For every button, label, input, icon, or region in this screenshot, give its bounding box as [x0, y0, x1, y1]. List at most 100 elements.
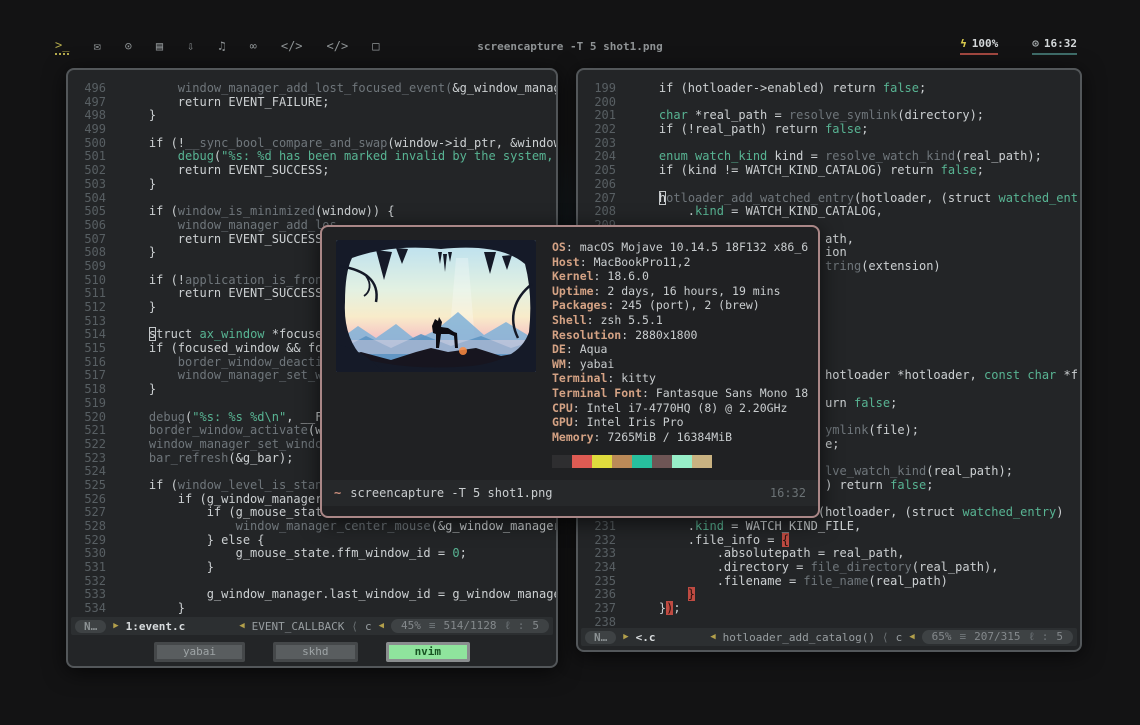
line-position: 514/1128	[443, 619, 497, 632]
context-symbol: hotloader_add_catalog()	[722, 630, 875, 644]
code-line: 204 enum watch_kind kind = resolve_watch…	[586, 150, 1080, 164]
line-number: 206	[594, 176, 616, 191]
code-text: }	[120, 601, 186, 616]
clock-time: 16:32	[1043, 37, 1077, 50]
code-text	[120, 260, 127, 274]
palette-swatch	[652, 455, 672, 468]
code-text: return EVENT_FAILURE;	[120, 94, 330, 109]
info-separator: :	[565, 356, 580, 371]
info-label: Shell	[552, 312, 587, 327]
line-number: 530	[84, 546, 106, 561]
info-separator: :	[607, 371, 622, 386]
system-info-row: Terminal: kitty	[552, 371, 808, 386]
code-line: 235 .filename = file_name(real_path)	[586, 573, 1080, 589]
line-number: 510	[84, 272, 106, 287]
line-number: 520	[84, 409, 106, 424]
code-line: 500 if (!__sync_bool_compare_and_swap(wi…	[76, 135, 556, 151]
line-number: 517	[84, 368, 106, 383]
line-number: 521	[84, 423, 106, 438]
top-status-bar: >_ ✉ ⊙ ▤ ⇩ ♫ ∞ </> </> □ screencapture -T 5 shot1…	[55, 34, 1085, 58]
code-text: if (g_mouse_state.	[120, 505, 337, 520]
code-text: return EVENT_SUCCESS;	[120, 231, 330, 246]
code-line: 208 .kind = WATCH_KIND_CATALOG,	[586, 204, 1080, 219]
info-label: WM	[552, 356, 566, 371]
code-text: }	[687, 587, 696, 602]
column-number: 5	[1056, 630, 1063, 643]
code-text	[120, 465, 127, 479]
code-line: 534 }	[76, 601, 556, 616]
service-pill-nvim[interactable]: nvim	[385, 642, 471, 662]
code-line: 529 } else {	[76, 532, 556, 548]
info-label: Host	[552, 254, 580, 269]
info-separator: :	[621, 327, 636, 342]
code-text: debug("%s: %s %d\n", __FUNC	[148, 409, 344, 424]
line-number: 501	[84, 149, 106, 164]
line-number: 534	[84, 601, 106, 616]
info-separator: :	[586, 312, 601, 327]
scroll-percent: 45%	[401, 619, 421, 632]
shell-prompt-line[interactable]: ~ screencapture -T 5 shot1.png 16:32	[322, 480, 818, 506]
info-value: 2 days, 16 hours, 19 mins	[607, 283, 781, 298]
command-text: screencapture -T 5 shot1.png	[350, 486, 553, 500]
info-separator: :	[593, 283, 608, 298]
code-line: 237 });	[586, 601, 1080, 616]
service-pill-skhd[interactable]: skhd	[273, 642, 358, 662]
code-text: if (window_is_minimized(window)) {	[120, 204, 395, 219]
info-value: macOS Mojave 10.14.5 18F132 x86_6	[579, 240, 808, 254]
system-info-row: CPU: Intel i7-4770HQ (8) @ 2.20GHz	[552, 401, 808, 416]
column-number: 5	[532, 619, 539, 632]
angle-icon: ⟨	[881, 630, 889, 644]
code-line: 236 }	[586, 587, 1080, 602]
code-line: 199 if (hotloader->enabled) return false…	[586, 81, 1080, 96]
line-number: 522	[84, 436, 106, 451]
line-number: 507	[84, 231, 106, 246]
scroll-percent: 65%	[931, 630, 952, 643]
line-number: 233	[594, 546, 616, 561]
line-number: 524	[84, 464, 106, 479]
line-number: 204	[594, 149, 616, 164]
line-number: 529	[84, 532, 106, 547]
floating-terminal-window[interactable]: OS: macOS Mojave 10.14.5 18F132 x86_6 Hos…	[320, 225, 820, 518]
system-info-row: Resolution: 2880x1800	[552, 328, 808, 343]
info-label: GPU	[552, 415, 573, 430]
code-line: 200	[586, 95, 1080, 110]
info-value: 7265MiB / 16384MiB	[607, 429, 733, 444]
service-pill-yabai[interactable]: yabai	[153, 642, 246, 662]
code-text: bar_refresh(&g_bar);	[148, 450, 294, 465]
code-line: 202 if (!real_path) return false;	[586, 122, 1080, 137]
info-label: Terminal	[552, 371, 608, 386]
code-line: 505 if (window_is_minimized(window)) {	[76, 204, 556, 219]
line-number: 502	[84, 163, 106, 178]
info-separator: :	[565, 240, 580, 254]
desktop: >_ ✉ ⊙ ▤ ⇩ ♫ ∞ </> </> □ screencapture -T 5 shot1…	[0, 0, 1140, 725]
code-line: 503 }	[76, 177, 556, 192]
buffer-name[interactable]: <.c	[636, 631, 656, 644]
code-text: }	[120, 382, 157, 397]
clock-indicator: ⊙ 16:32	[1032, 37, 1077, 55]
line-number: 533	[84, 587, 106, 602]
line-number: 531	[84, 560, 106, 575]
info-label: OS	[552, 240, 566, 254]
system-info-row: WM: yabai	[552, 357, 808, 372]
code-text: if (!__sync_bool_compare_and_swap(window…	[120, 135, 556, 150]
line-number: 208	[594, 204, 616, 219]
line-number: 235	[594, 573, 616, 588]
info-separator: :	[579, 254, 594, 269]
line-number: 498	[84, 108, 106, 123]
filetype-label: c	[364, 619, 372, 633]
code-text: struct ax_window *focused_	[148, 327, 337, 342]
code-line: 232 .file_info = {	[586, 532, 1080, 548]
line-number: 508	[84, 245, 106, 260]
code-line: 231 .kind = WATCH_KIND_FILE,	[586, 519, 1080, 534]
palette-swatch	[672, 455, 692, 468]
buffer-name[interactable]: 1:event.c	[126, 620, 186, 633]
code-text: }	[120, 245, 157, 260]
system-info-row: GPU: Intel Iris Pro	[552, 415, 808, 430]
code-text: .file_info = {	[630, 532, 789, 547]
line-number: 527	[84, 505, 106, 520]
service-pill-label: nvim	[388, 645, 468, 659]
chevron-left-icon: ◀	[239, 621, 245, 631]
position-indicator: 45% ≡ 514/1128 ℓ : 5	[391, 619, 549, 633]
code-text: debug("%s: %d has been marked invalid by…	[177, 149, 556, 164]
line-number: 504	[84, 190, 106, 205]
